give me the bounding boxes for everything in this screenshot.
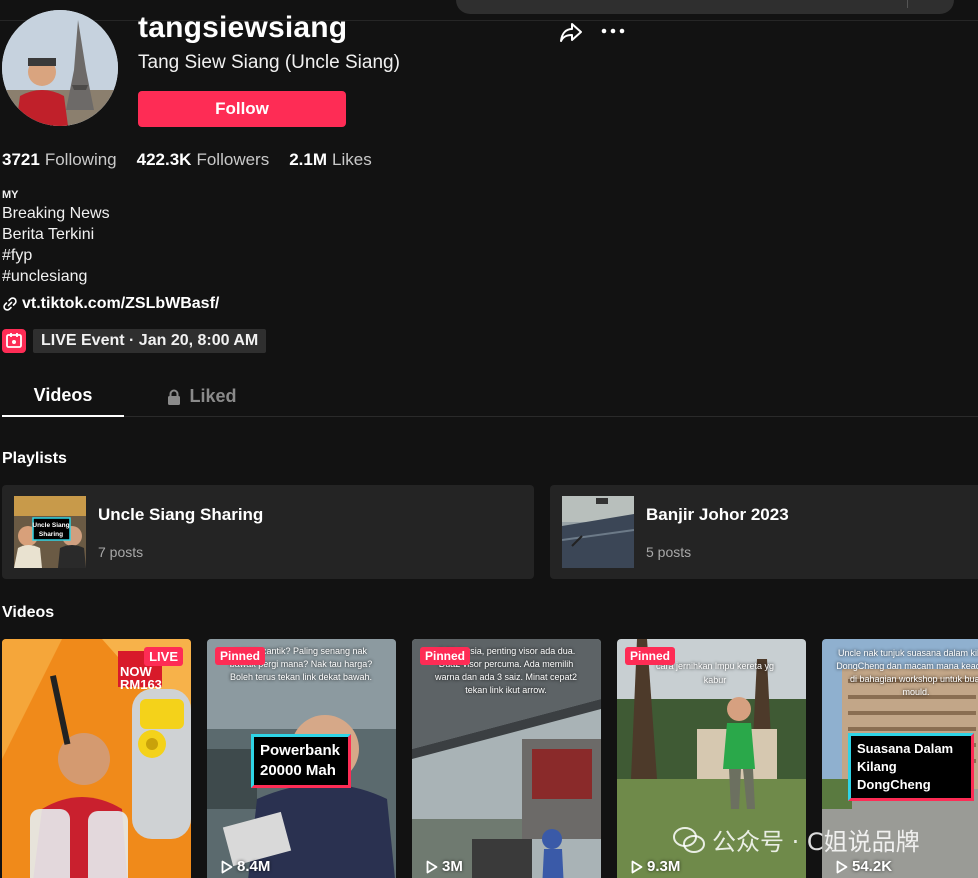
svg-text:Uncle Siang: Uncle Siang	[32, 522, 69, 529]
search-bar[interactable]	[456, 0, 954, 14]
playlist-name: Uncle Siang Sharing	[98, 505, 264, 524]
calendar-icon	[2, 329, 26, 353]
bio-line: #fyp	[2, 247, 33, 264]
play-icon	[426, 860, 438, 873]
tab-liked[interactable]: Liked	[152, 376, 252, 417]
tab-videos-label: Videos	[33, 385, 93, 405]
pinned-badge: Pinned	[215, 647, 266, 665]
more-icon[interactable]	[600, 20, 626, 44]
video-card[interactable]: warna cantik? Paling senang nak bawak pe…	[207, 639, 396, 878]
link-icon	[3, 297, 17, 311]
follow-button[interactable]: Follow	[138, 91, 346, 127]
video-views-count: 3M	[442, 858, 463, 875]
stat-value: 422.3K	[136, 150, 192, 169]
video-views: 8.4M	[221, 858, 270, 875]
bio-line: Berita Terkini	[2, 226, 95, 243]
pinned-badge: Pinned	[420, 647, 471, 665]
username: tangsiewsiang	[138, 11, 348, 44]
playlist-card[interactable]: Uncle Siang Sharing Uncle Siang Sharing …	[2, 485, 534, 579]
playlist-count: 7 posts	[98, 544, 144, 560]
play-icon	[221, 860, 233, 873]
playlist-thumbnail	[562, 496, 634, 568]
live-event-label[interactable]: LIVE Event · Jan 20, 8:00 AM	[33, 329, 267, 353]
bio-line: #unclesiang	[2, 268, 88, 285]
play-icon	[836, 860, 848, 873]
video-views: 54.2K	[836, 858, 892, 875]
stat-label: Likes	[332, 150, 372, 169]
watermark: 公众号 · C姐说品牌	[672, 822, 920, 857]
pinned-badge: Pinned	[625, 647, 676, 665]
stat-value: 3721	[2, 150, 40, 169]
tab-liked-label: Liked	[189, 386, 237, 406]
stat-followers[interactable]: 422.3K Followers	[137, 150, 270, 170]
video-views-count: 54.2K	[852, 858, 893, 875]
stat-label: Followers	[196, 150, 270, 169]
tab-videos[interactable]: Videos	[2, 376, 124, 417]
video-views-count: 9.3M	[647, 858, 681, 875]
video-overlay-text: Uncle nak tunjuk suasana dalam kilang Do…	[836, 648, 978, 697]
stat-following[interactable]: 3721 Following	[2, 150, 117, 170]
svg-text:Sharing: Sharing	[39, 531, 63, 538]
bio-country: MY	[2, 189, 19, 201]
stat-likes: 2.1M Likes	[289, 150, 371, 170]
video-card[interactable]: NOW RM163 LIVE	[2, 639, 191, 878]
video-caption: Powerbank 20000 Mah	[251, 734, 351, 788]
profile-stats: 3721 Following 422.3K Followers 2.1M Likes	[2, 150, 372, 170]
lock-icon	[168, 389, 181, 405]
video-card[interactable]: di Malaysia, penting visor ada dua. Dua2…	[412, 639, 601, 878]
live-event[interactable]: LIVE Event · Jan 20, 8:00 AM	[2, 329, 267, 353]
bio-line: Breaking News	[2, 205, 110, 222]
stat-label: Following	[44, 150, 117, 169]
playlist-name: Banjir Johor 2023	[646, 505, 789, 524]
search-divider	[907, 0, 908, 8]
watermark-text: 公众号 · C姐说品牌	[712, 828, 920, 856]
video-views: 3M	[426, 858, 463, 875]
profile-bio: MY Breaking News Berita Terkini #fyp #un…	[2, 187, 110, 287]
live-badge: LIVE	[144, 647, 183, 666]
profile-tabs: Videos Liked	[2, 376, 978, 417]
avatar-image	[2, 10, 118, 126]
videos-heading: Videos	[2, 604, 55, 621]
video-views-count: 8.4M	[237, 858, 271, 875]
bio-link[interactable]: vt.tiktok.com/ZSLbWBasf/	[2, 295, 219, 313]
playlists-heading: Playlists	[2, 450, 67, 467]
video-views: 9.3M	[631, 858, 680, 875]
play-icon	[631, 860, 643, 873]
share-icon[interactable]	[558, 20, 584, 44]
playlist-thumbnail: Uncle Siang Sharing	[14, 496, 86, 568]
bio-link-text[interactable]: vt.tiktok.com/ZSLbWBasf/	[22, 295, 219, 313]
profile-avatar	[2, 10, 118, 126]
wechat-icon	[673, 826, 705, 853]
playlist-count: 5 posts	[646, 544, 692, 560]
stat-value: 2.1M	[289, 150, 328, 169]
display-name: Tang Siew Siang (Uncle Siang)	[138, 52, 400, 73]
playlist-card[interactable]: Banjir Johor 2023 5 posts	[550, 485, 978, 579]
video-caption: Suasana Dalam Kilang DongCheng	[848, 733, 974, 801]
video-overlay-text: NOW RM163	[120, 664, 162, 692]
